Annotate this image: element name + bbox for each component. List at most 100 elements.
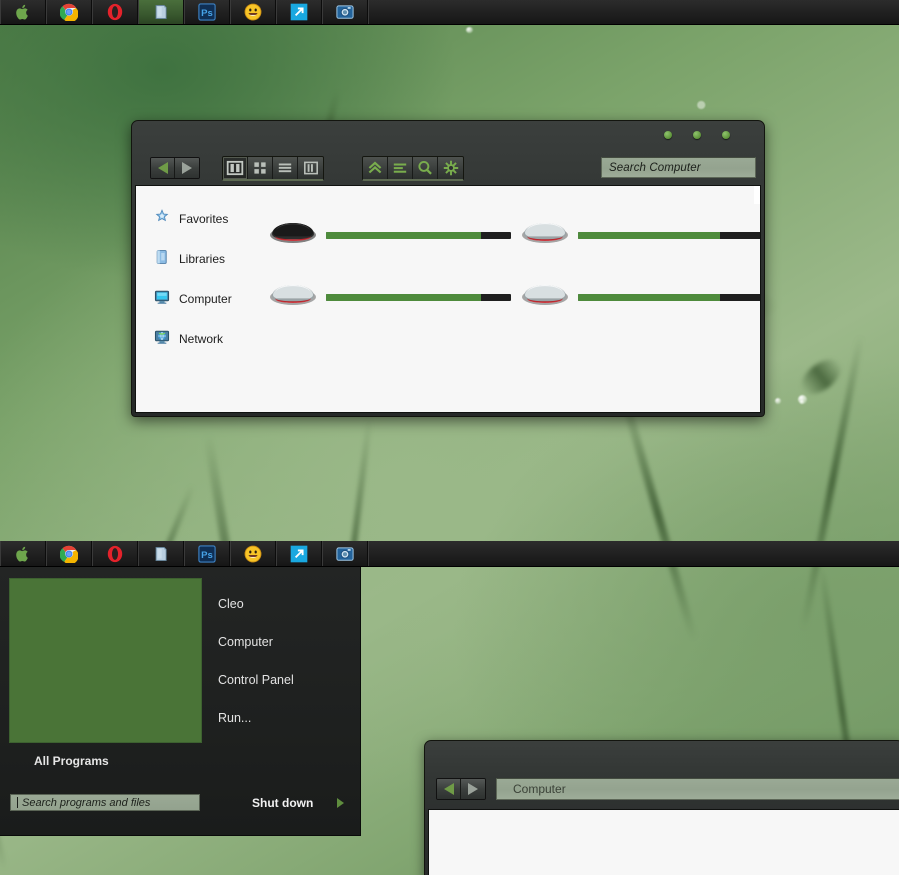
dew-drop — [800, 400, 804, 404]
window-titlebar[interactable] — [132, 121, 764, 151]
taskbar-item-chrome[interactable] — [46, 541, 92, 566]
taskbar-item-opera[interactable] — [92, 541, 138, 566]
sort-button[interactable] — [388, 156, 413, 179]
start-item-cleo[interactable]: Cleo — [218, 585, 358, 623]
taskbar-item-explorer[interactable] — [138, 0, 184, 24]
taskbar-item-arrow-launch[interactable] — [276, 0, 322, 24]
view-pane-button[interactable] — [223, 156, 248, 179]
sidebar-item-label: Libraries — [179, 252, 226, 266]
start-item-run[interactable]: Run... — [218, 699, 358, 737]
up-button[interactable] — [363, 156, 388, 179]
settings-button[interactable] — [438, 156, 463, 179]
taskbar-item-apple[interactable] — [0, 541, 46, 566]
start-search-input[interactable]: Search programs and files — [10, 794, 200, 811]
back-arrow-icon — [443, 783, 454, 795]
view-columns-button[interactable] — [298, 156, 323, 179]
chevron-up-icon — [368, 160, 382, 173]
taskbar-top[interactable]: Ps — [0, 0, 899, 25]
address-bar[interactable]: Computer — [496, 778, 899, 800]
sort-lines-icon — [393, 163, 407, 173]
columns-view-icon — [303, 161, 318, 174]
hard-drive-silver-icon — [520, 218, 570, 253]
taskbar-item-opera[interactable] — [92, 0, 138, 24]
view-icons-button[interactable] — [248, 156, 273, 179]
close-dot-button[interactable] — [722, 131, 730, 139]
forward-arrow-icon — [182, 162, 192, 174]
svg-text:Ps: Ps — [201, 8, 213, 19]
camera-icon — [336, 3, 354, 21]
sidebar-item-computer[interactable]: Computer — [136, 279, 264, 319]
explorer-toolbar: Search Computer — [132, 151, 764, 185]
sidebar-item-label: Network — [179, 332, 224, 346]
libraries-book-icon — [154, 249, 170, 270]
taskbar-second[interactable]: Ps — [0, 541, 899, 567]
search-button[interactable] — [413, 156, 438, 179]
nav-button-group — [150, 157, 200, 179]
drive-item[interactable] — [516, 204, 760, 266]
minimize-dot-button[interactable] — [664, 131, 672, 139]
start-menu-programs-panel[interactable] — [9, 578, 202, 743]
view-list-button[interactable] — [273, 156, 298, 179]
taskbar-item-arrow-launch[interactable] — [276, 541, 322, 566]
start-item-control-panel[interactable]: Control Panel — [218, 661, 358, 699]
start-item-label: Computer — [218, 635, 273, 649]
search-icon — [418, 160, 432, 175]
drive-capacity-fill — [326, 231, 482, 239]
hard-drive-black-icon — [268, 218, 318, 253]
taskbar-item-camera[interactable] — [322, 541, 368, 566]
taskbar-item-apple[interactable] — [0, 0, 46, 24]
drive-capacity-bar — [326, 293, 511, 301]
back-button[interactable] — [151, 158, 175, 178]
taskbar-item-photoshop[interactable]: Ps — [184, 541, 230, 566]
back-button-secondary[interactable] — [437, 779, 461, 799]
explorer-window[interactable]: Search Computer Favorites Libraries Comp… — [131, 120, 765, 417]
all-programs-label[interactable]: All Programs — [34, 754, 109, 768]
sidebar-item-favorites[interactable]: Favorites — [136, 199, 264, 239]
camera-icon — [336, 545, 354, 563]
grid-view-icon — [254, 161, 266, 174]
maximize-dot-button[interactable] — [693, 131, 701, 139]
taskbar-item-chrome[interactable] — [46, 0, 92, 24]
sidebar-item-network[interactable]: Network — [136, 319, 264, 359]
explorer-content: Favorites Libraries Computer Network — [135, 185, 761, 413]
taskbar-item-smiley[interactable] — [230, 0, 276, 24]
opera-icon — [106, 3, 124, 21]
network-globe-icon — [154, 329, 170, 350]
sidebar-item-label: Favorites — [179, 212, 229, 226]
dew-drop — [775, 398, 781, 404]
drive-item[interactable] — [264, 204, 516, 266]
forward-button[interactable] — [175, 158, 199, 178]
shutdown-button[interactable]: Shut down — [252, 796, 345, 810]
taskbar-item-explorer[interactable] — [138, 541, 184, 566]
drive-item[interactable] — [264, 266, 516, 328]
taskbar-item-smiley[interactable] — [230, 541, 276, 566]
drive-capacity-bar — [578, 231, 760, 239]
shutdown-label: Shut down — [252, 796, 314, 810]
pane-view-icon — [226, 160, 244, 175]
start-item-computer[interactable]: Computer — [218, 623, 358, 661]
svg-text:Ps: Ps — [201, 549, 213, 560]
forward-button-secondary[interactable] — [461, 779, 485, 799]
smiley-icon — [244, 3, 262, 21]
action-button-group — [362, 155, 464, 181]
start-menu[interactable]: Cleo Computer Control Panel Run... Search p… — [0, 567, 361, 836]
taskbar-item-camera[interactable] — [322, 0, 368, 24]
taskbar-item-photoshop[interactable]: Ps — [184, 0, 230, 24]
explorer-window-secondary[interactable]: Computer — [424, 740, 899, 875]
computer-monitor-icon — [154, 289, 170, 310]
drive-capacity-fill — [578, 293, 721, 301]
arrow-launch-icon — [290, 3, 308, 21]
explorer-icon — [152, 545, 170, 563]
start-item-label: Run... — [218, 711, 252, 725]
apple-icon — [14, 545, 32, 563]
start-item-label: Cleo — [218, 597, 244, 611]
sidebar-item-libraries[interactable]: Libraries — [136, 239, 264, 279]
drive-list — [264, 186, 760, 412]
search-input[interactable]: Search Computer — [601, 157, 756, 178]
window-controls[interactable] — [664, 131, 730, 139]
drive-capacity-fill — [578, 231, 721, 239]
gear-icon — [443, 160, 458, 175]
drive-item[interactable] — [516, 266, 760, 328]
scrollbar-thumb[interactable] — [754, 186, 760, 204]
hard-drive-silver-icon — [268, 280, 318, 315]
